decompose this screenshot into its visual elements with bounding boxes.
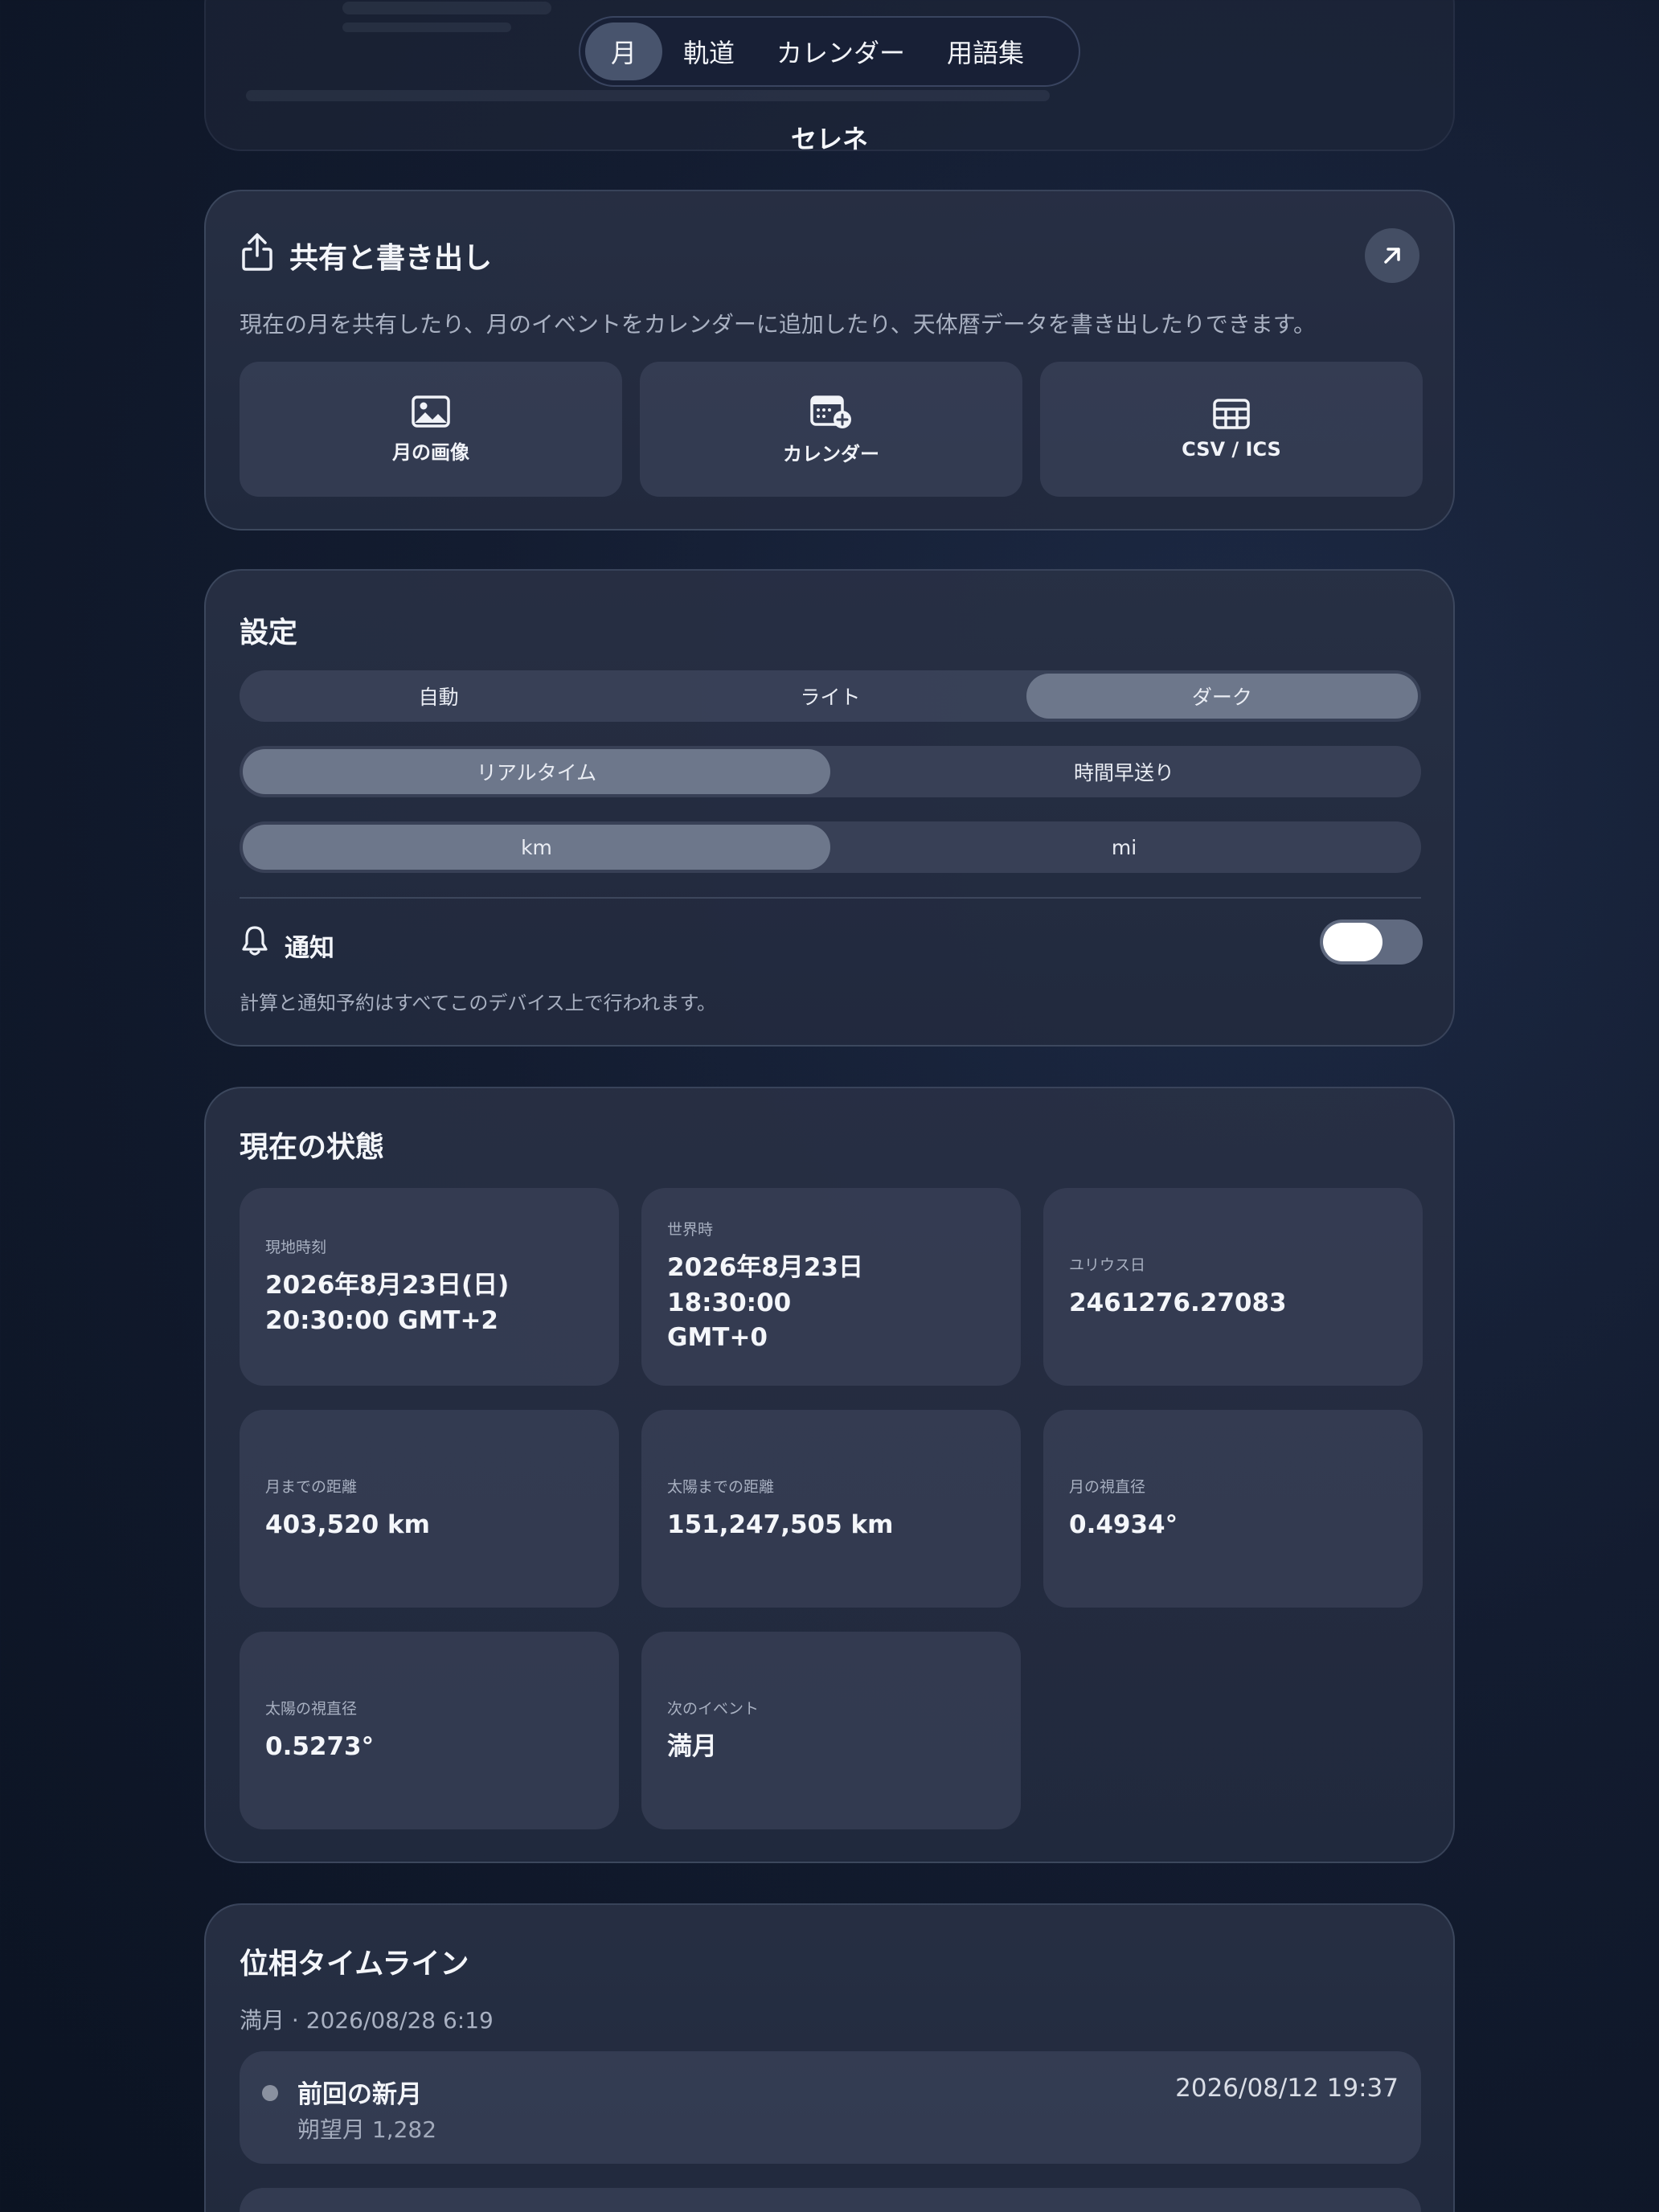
share-export-card: 共有と書き出し 現在の月を共有したり、月のイベントをカレンダーに追加したり、天体… [204,190,1455,530]
stat-value: 0.5273° [265,1731,375,1761]
stat-label: ユリウス日 [1069,1256,1146,1274]
add-calendar-button[interactable]: カレンダー [640,362,1022,497]
stat-next-event: 次のイベント 満月 [641,1632,1021,1829]
csv-ics-label: CSV / ICS [1182,438,1281,461]
tab-moon[interactable]: 月 [585,23,662,80]
stat-value: 151,247,505 km [667,1509,894,1539]
share-title: 共有と書き出し [289,242,493,275]
theme-light-option[interactable]: ライト [634,674,1026,719]
toggle-knob [1323,923,1382,961]
stat-universal-time: 世界時 2026年8月23日 18:30:00 GMT+0 [641,1188,1021,1386]
stat-label: 現地時刻 [265,1239,327,1257]
stat-sun-apparent-diameter: 太陽の視直径 0.5273° [240,1632,619,1829]
timeline-row[interactable]: 前回の新月 朔望月 1,282 2026/08/12 19:37 [240,2051,1421,2164]
calendar-label: カレンダー [783,442,879,465]
phase-timeline-card: 位相タイムライン 満月 · 2026/08/28 6:19 前回の新月 朔望月 … [204,1903,1455,2212]
stat-value: 403,520 km [265,1509,430,1539]
share-description: 現在の月を共有したり、月のイベントをカレンダーに追加したり、天体暦データを書き出… [240,311,1316,338]
timeline-row-name: 前回の新月 [297,2080,422,2109]
tab-orbit[interactable]: 軌道 [662,23,756,80]
stat-label: 月までの距離 [265,1477,358,1496]
stat-value: 2026年8月23日(日) 20:30:00 GMT+2 [265,1271,510,1335]
bell-icon [242,926,268,956]
stat-label: 太陽の視直径 [265,1699,358,1718]
stat-label: 太陽までの距離 [667,1477,775,1496]
app-title: セレネ [790,124,868,154]
realtime-option[interactable]: リアルタイム [243,749,830,794]
timeline-subtitle: 満月 · 2026/08/28 6:19 [240,2007,494,2034]
notifications-label: 通知 [285,934,334,963]
image-icon [412,395,450,428]
tab-calendar[interactable]: カレンダー [756,23,926,80]
settings-title: 設定 [240,616,298,649]
stat-value: 満月 [667,1731,717,1761]
stat-moon-distance: 月までの距離 403,520 km [240,1410,619,1608]
settings-card: 設定 自動 ライト ダーク リアルタイム 時間早送り km mi 通知 計算と通… [204,569,1455,1047]
tab-glossary[interactable]: 用語集 [926,23,1045,80]
moon-image-button[interactable]: 月の画像 [240,362,622,497]
status-title: 現在の状態 [240,1131,385,1164]
timeline-row-meta: 朔望月 1,282 [297,2116,437,2143]
stat-moon-apparent-diameter: 月の視直径 0.4934° [1043,1410,1423,1608]
stat-label: 次のイベント [667,1699,760,1718]
export-csv-ics-button[interactable]: CSV / ICS [1040,362,1423,497]
open-share-button[interactable] [1365,228,1419,283]
timeline-title: 位相タイムライン [240,1948,469,1981]
unit-segmented-control: km mi [240,821,1421,873]
settings-note: 計算と通知予約はすべてこのデバイス上で行われます。 [240,992,717,1014]
stat-label: 月の視直径 [1069,1477,1146,1496]
time-lapse-option[interactable]: 時間早送り [830,749,1418,794]
top-nav: 月 軌道 カレンダー 用語集 [579,16,1080,87]
timeline-row-date: 2026/08/12 19:37 [1175,2074,1399,2103]
settings-divider [240,897,1421,899]
theme-segmented-control: 自動 ライト ダーク [240,670,1421,722]
arrow-up-right-icon [1384,248,1400,264]
current-status-card: 現在の状態 現地時刻 2026年8月23日(日) 20:30:00 GMT+2 … [204,1087,1455,1863]
theme-auto-option[interactable]: 自動 [243,674,634,719]
stat-value: 2026年8月23日 18:30:00 GMT+0 [667,1253,863,1353]
timeline-row[interactable] [240,2188,1421,2212]
stat-local-time: 現地時刻 2026年8月23日(日) 20:30:00 GMT+2 [240,1188,619,1386]
stat-sun-distance: 太陽までの距離 151,247,505 km [641,1410,1021,1608]
notifications-toggle[interactable] [1320,920,1423,965]
stat-value: 0.4934° [1069,1509,1178,1539]
calendar-add-icon [810,395,851,428]
phase-dot [262,2085,278,2101]
stat-julian-day: ユリウス日 2461276.27083 [1043,1188,1423,1386]
stat-value: 2461276.27083 [1069,1288,1287,1317]
unit-km-option[interactable]: km [243,825,830,870]
moon-image-label: 月の画像 [392,440,469,464]
share-icon [242,233,272,271]
time-mode-segmented-control: リアルタイム 時間早送り [240,746,1421,797]
stat-label: 世界時 [667,1221,714,1239]
theme-dark-option[interactable]: ダーク [1026,674,1418,719]
unit-mi-option[interactable]: mi [830,825,1418,870]
table-icon [1213,399,1250,429]
